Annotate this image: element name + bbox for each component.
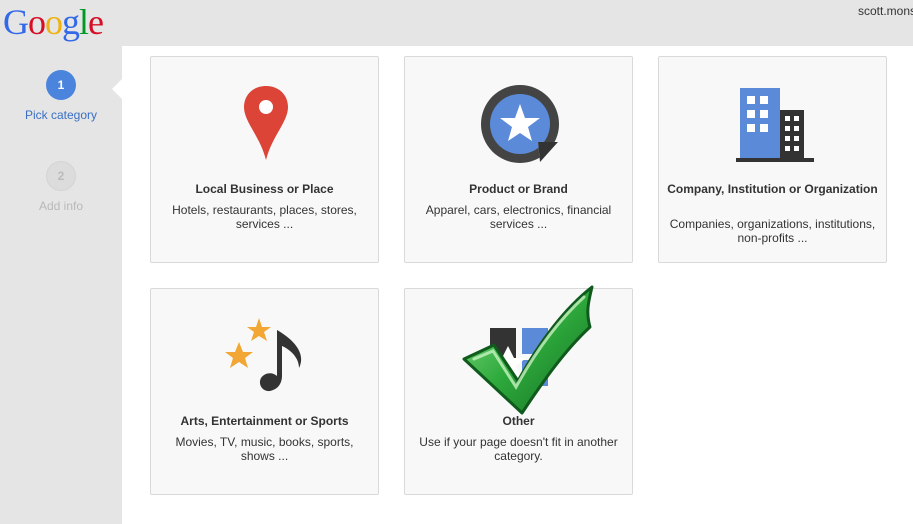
logo-letter: o bbox=[28, 2, 46, 42]
category-description: Apparel, cars, electronics, financial se… bbox=[425, 203, 612, 231]
category-card-local-business[interactable]: Local Business or Place Hotels, restaura… bbox=[150, 56, 379, 263]
user-account-label[interactable]: scott.mons bbox=[858, 4, 913, 18]
category-card-company[interactable]: Company, Institution or Organization Com… bbox=[658, 56, 887, 263]
category-title: Product or Brand bbox=[469, 182, 568, 196]
category-title: Company, Institution or Organization bbox=[667, 182, 878, 196]
product-sticker-icon bbox=[405, 79, 634, 169]
logo-letter: g bbox=[62, 2, 80, 42]
category-description: Companies, organizations, institutions, … bbox=[669, 217, 876, 245]
category-title: Arts, Entertainment or Sports bbox=[180, 414, 349, 428]
google-logo[interactable]: Google bbox=[3, 0, 104, 44]
step-number-badge: 1 bbox=[46, 70, 76, 100]
category-card-arts-entertainment[interactable]: Arts, Entertainment or Sports Movies, TV… bbox=[150, 288, 379, 495]
step-label: Pick category bbox=[24, 108, 98, 122]
category-card-product-brand[interactable]: Product or Brand Apparel, cars, electron… bbox=[404, 56, 633, 263]
logo-letter: o bbox=[45, 2, 63, 42]
category-title: Local Business or Place bbox=[195, 182, 334, 196]
page: Google scott.mons 1 Pick category 2 Add … bbox=[0, 0, 913, 524]
category-description: Movies, TV, music, books, sports, shows … bbox=[175, 435, 354, 463]
step-label: Add info bbox=[38, 199, 84, 213]
category-description: Use if your page doesn't fit in another … bbox=[419, 435, 618, 463]
logo-letter: e bbox=[88, 2, 104, 42]
buildings-icon bbox=[659, 79, 888, 169]
logo-letter: l bbox=[79, 2, 89, 42]
wizard-steps-sidebar: 1 Pick category 2 Add info bbox=[0, 46, 122, 524]
top-bar: Google scott.mons bbox=[0, 0, 913, 46]
map-pin-icon bbox=[151, 79, 380, 169]
active-step-pointer bbox=[112, 79, 122, 99]
step-number-badge: 2 bbox=[46, 161, 76, 191]
logo-letter: G bbox=[3, 2, 29, 42]
green-checkmark-icon bbox=[462, 285, 594, 415]
step-add-info: 2 Add info bbox=[0, 161, 122, 213]
category-description: Hotels, restaurants, places, stores, ser… bbox=[172, 203, 357, 231]
step-pick-category[interactable]: 1 Pick category bbox=[0, 70, 122, 122]
music-stars-icon bbox=[151, 311, 380, 401]
